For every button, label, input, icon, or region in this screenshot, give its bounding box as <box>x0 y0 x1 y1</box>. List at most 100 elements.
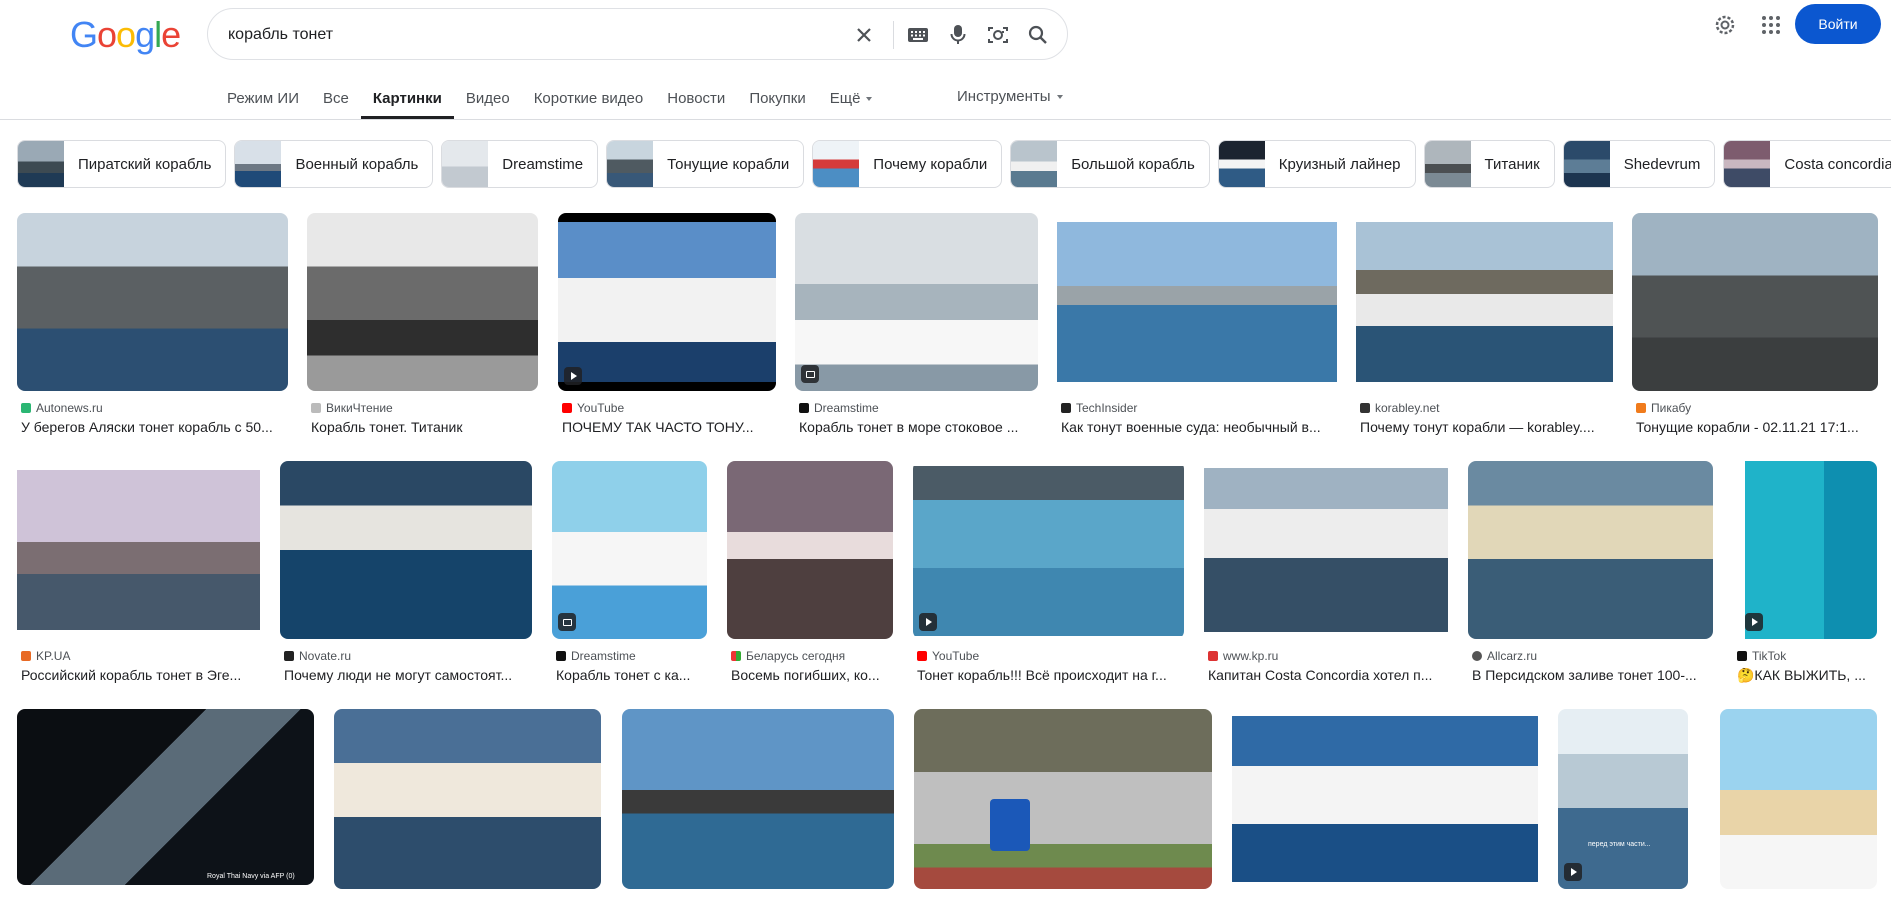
result-title[interactable]: Почему люди не могут самостоят... <box>284 667 532 683</box>
tab-all[interactable]: Все <box>311 88 361 120</box>
result-thumbnail[interactable] <box>1468 461 1713 639</box>
result-source[interactable]: Dreamstime <box>556 649 636 663</box>
result-source[interactable]: Novate.ru <box>284 649 351 663</box>
image-result[interactable] <box>334 709 601 889</box>
image-result[interactable]: TechInsider Как тонут военные суда: необ… <box>1057 213 1337 438</box>
chip[interactable]: Почему корабли <box>812 140 1003 188</box>
search-input[interactable] <box>228 23 828 47</box>
result-title[interactable]: 🤔КАК ВЫЖИТЬ, ... <box>1737 667 1877 684</box>
chip[interactable]: Титаник <box>1423 140 1555 188</box>
close-icon[interactable] <box>852 23 876 47</box>
image-result[interactable]: Allcarz.ru В Персидском заливе тонет 100… <box>1468 461 1713 686</box>
result-source[interactable]: YouTube <box>562 401 624 415</box>
result-thumbnail[interactable] <box>914 709 1212 889</box>
result-thumbnail[interactable] <box>552 461 707 639</box>
tab-short-video[interactable]: Короткие видео <box>522 88 656 120</box>
result-title[interactable]: Капитан Costa Concordia хотел п... <box>1208 667 1448 683</box>
image-result[interactable]: TikTok 🤔КАК ВЫЖИТЬ, ... <box>1733 461 1877 686</box>
image-result[interactable]: www.kp.ru Капитан Costa Concordia хотел … <box>1204 461 1448 686</box>
signin-button[interactable]: Войти <box>1795 4 1881 44</box>
result-thumbnail[interactable] <box>307 213 538 391</box>
image-result[interactable]: перед этим части... <box>1558 709 1688 889</box>
image-result[interactable]: Пикабу Тонущие корабли - 02.11.21 17:1..… <box>1632 213 1878 438</box>
result-thumbnail[interactable] <box>1232 709 1538 889</box>
result-thumbnail[interactable] <box>1558 709 1688 889</box>
result-thumbnail[interactable] <box>17 213 288 391</box>
result-source[interactable]: Autonews.ru <box>21 401 103 415</box>
result-source[interactable]: Пикабу <box>1636 401 1691 415</box>
chip[interactable]: Costa concordia <box>1723 140 1891 188</box>
chip[interactable]: Большой корабль <box>1010 140 1210 188</box>
image-result[interactable]: Беларусь сегодня Восемь погибших, ко... <box>727 461 893 686</box>
result-title[interactable]: Корабль тонет с ка... <box>556 667 707 683</box>
result-thumbnail[interactable] <box>795 213 1038 391</box>
image-result[interactable] <box>1232 709 1538 889</box>
chip[interactable]: Пиратский корабль <box>17 140 227 188</box>
result-source[interactable]: korabley.net <box>1360 401 1439 415</box>
result-source[interactable]: Allcarz.ru <box>1472 649 1537 663</box>
result-thumbnail[interactable] <box>1632 213 1878 391</box>
result-title[interactable]: В Персидском заливе тонет 100-... <box>1472 667 1713 683</box>
result-source[interactable]: www.kp.ru <box>1208 649 1278 663</box>
search-icon[interactable] <box>1026 23 1050 47</box>
result-thumbnail[interactable] <box>280 461 532 639</box>
image-result[interactable]: Dreamstime Корабль тонет с ка... <box>552 461 707 686</box>
result-thumbnail[interactable] <box>558 213 776 391</box>
result-title[interactable]: Российский корабль тонет в Эге... <box>21 667 260 683</box>
result-thumbnail[interactable] <box>913 461 1184 639</box>
result-title[interactable]: ПОЧЕМУ ТАК ЧАСТО ТОНУ... <box>562 419 776 435</box>
result-source[interactable]: YouTube <box>917 649 979 663</box>
image-result[interactable]: ВикиЧтение Корабль тонет. Титаник <box>307 213 538 438</box>
result-source[interactable]: Беларусь сегодня <box>731 649 845 663</box>
result-title[interactable]: Почему тонут корабли — korabley.... <box>1360 419 1613 435</box>
chip[interactable]: Тонущие корабли <box>606 140 805 188</box>
image-result[interactable] <box>1720 709 1877 889</box>
result-thumbnail[interactable] <box>17 709 314 885</box>
result-thumbnail[interactable] <box>334 709 601 889</box>
tab-images[interactable]: Картинки <box>360 88 454 120</box>
result-thumbnail[interactable] <box>1204 461 1448 639</box>
microphone-icon[interactable] <box>946 23 970 47</box>
tab-news[interactable]: Новости <box>655 88 737 120</box>
image-result[interactable]: YouTube Тонет корабль!!! Всё происходит … <box>913 461 1184 686</box>
image-result[interactable]: Autonews.ru У берегов Аляски тонет кораб… <box>17 213 288 438</box>
camera-icon[interactable] <box>986 23 1010 47</box>
result-source[interactable]: TechInsider <box>1061 401 1137 415</box>
result-title[interactable]: Тонет корабль!!! Всё происходит на г... <box>917 667 1184 683</box>
result-thumbnail[interactable] <box>1356 213 1613 391</box>
result-source[interactable]: Dreamstime <box>799 401 879 415</box>
result-title[interactable]: Корабль тонет в море стоковое ... <box>799 419 1038 435</box>
result-thumbnail[interactable] <box>1057 213 1337 391</box>
chip[interactable]: Круизный лайнер <box>1217 140 1416 188</box>
result-source[interactable]: TikTok <box>1737 649 1786 663</box>
gear-icon[interactable] <box>1712 12 1738 38</box>
image-result[interactable]: Novate.ru Почему люди не могут самостоят… <box>280 461 532 686</box>
tab-more[interactable]: Ещё <box>818 88 885 120</box>
apps-grid-icon[interactable] <box>1758 12 1784 38</box>
image-result[interactable] <box>622 709 894 889</box>
tab-shopping[interactable]: Покупки <box>737 88 817 120</box>
image-result[interactable]: korabley.net Почему тонут корабли — kora… <box>1356 213 1613 438</box>
result-title[interactable]: У берегов Аляски тонет корабль с 50... <box>21 419 288 435</box>
image-result[interactable]: KP.UA Российский корабль тонет в Эге... <box>17 461 260 686</box>
result-thumbnail[interactable] <box>727 461 893 639</box>
image-result[interactable] <box>914 709 1212 889</box>
image-result[interactable]: Royal Thai Navy via AFP (0) <box>17 709 314 889</box>
chip[interactable]: Военный корабль <box>234 140 434 188</box>
chip[interactable]: Dreamstime <box>441 140 599 188</box>
result-source[interactable]: KP.UA <box>21 649 70 663</box>
image-result[interactable]: Dreamstime Корабль тонет в море стоковое… <box>795 213 1038 438</box>
result-title[interactable]: Восемь погибших, ко... <box>731 667 893 683</box>
result-title[interactable]: Как тонут военные суда: необычный в... <box>1061 419 1337 435</box>
image-result[interactable]: YouTube ПОЧЕМУ ТАК ЧАСТО ТОНУ... <box>558 213 776 438</box>
tab-video[interactable]: Видео <box>454 88 522 120</box>
keyboard-icon[interactable] <box>906 23 930 47</box>
chip[interactable]: Shedevrum <box>1562 140 1716 188</box>
result-thumbnail[interactable] <box>1720 709 1877 889</box>
google-logo[interactable]: Google <box>70 14 181 56</box>
result-title[interactable]: Тонущие корабли - 02.11.21 17:1... <box>1636 419 1878 435</box>
result-thumbnail[interactable] <box>17 461 260 639</box>
tools-button[interactable]: Инструменты <box>957 88 1063 105</box>
result-title[interactable]: Корабль тонет. Титаник <box>311 419 538 435</box>
tab-ai-mode[interactable]: Режим ИИ <box>227 88 311 120</box>
